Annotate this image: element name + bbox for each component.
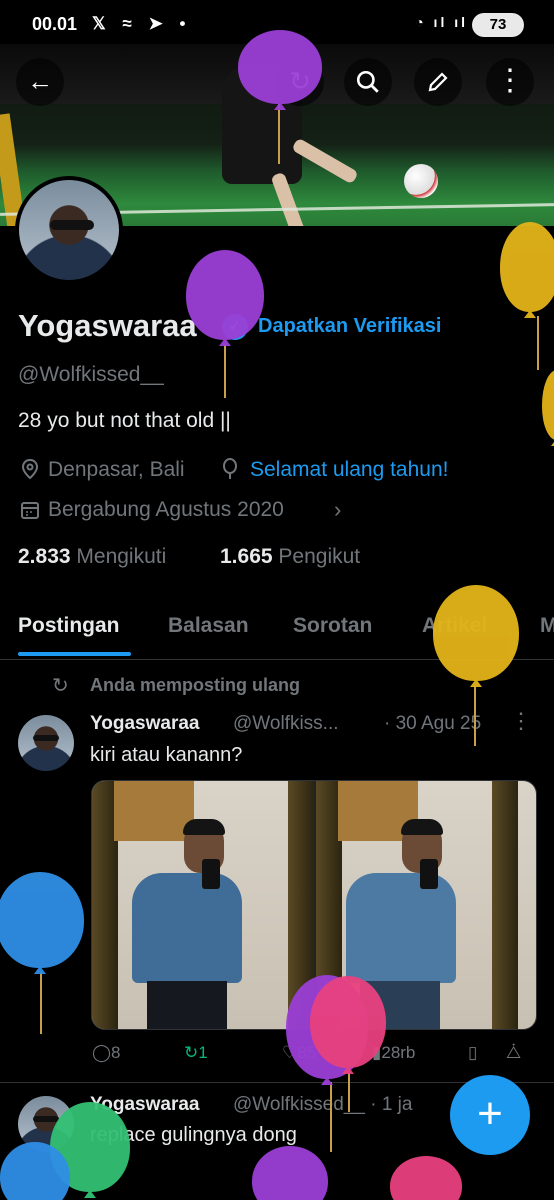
bookmark-icon: ▯ bbox=[468, 1043, 478, 1062]
post-author-handle: @Wolfkissed__ · 1 ja bbox=[233, 1094, 413, 1115]
calendar-icon bbox=[21, 502, 39, 519]
birthday-text: Selamat ulang tahun! bbox=[250, 458, 449, 481]
following-count: 2.833 bbox=[18, 545, 71, 568]
active-tab-indicator bbox=[18, 652, 131, 656]
tab-replies[interactable]: Balasan bbox=[168, 614, 249, 638]
reply-icon: ◯ bbox=[92, 1043, 112, 1062]
edit-button[interactable] bbox=[414, 58, 462, 106]
balloon-decoration bbox=[433, 585, 519, 687]
balloon-decoration bbox=[252, 1146, 328, 1200]
followers-label: Pengikut bbox=[278, 545, 361, 568]
display-name: Yogaswaraa bbox=[18, 308, 197, 343]
profile-bio: 28 yo but not that old || bbox=[18, 409, 231, 432]
arrow-left-icon: ← bbox=[27, 66, 53, 96]
tab-posts[interactable]: Postingan bbox=[18, 614, 120, 638]
repost-icon: ↻ bbox=[52, 675, 69, 697]
more-vertical-icon: ⋮ bbox=[495, 64, 525, 97]
chevron-right-icon[interactable]: › bbox=[334, 497, 341, 523]
joined-date: Bergabung Agustus 2020 bbox=[48, 498, 284, 521]
media-photo-left[interactable] bbox=[92, 781, 314, 1029]
battery-indicator: 73 bbox=[472, 13, 524, 37]
reply-button[interactable]: ◯8 bbox=[92, 1043, 121, 1063]
search-button[interactable] bbox=[344, 58, 392, 106]
repost-label: Anda memposting ulang bbox=[90, 675, 301, 695]
search-icon bbox=[356, 70, 379, 93]
compose-button[interactable]: + bbox=[450, 1075, 530, 1155]
following-label: Mengikuti bbox=[76, 545, 167, 568]
repost-button[interactable]: ↻1 bbox=[184, 1043, 208, 1063]
profile-handle: @Wolfkissed__ bbox=[18, 363, 164, 386]
profile-avatar[interactable] bbox=[15, 176, 123, 284]
tab-highlights[interactable]: Sorotan bbox=[293, 614, 372, 638]
balloon-icon bbox=[223, 458, 237, 479]
more-options-button[interactable]: ⋮ bbox=[486, 58, 534, 106]
followers-link[interactable]: 1.665 Pengikut bbox=[220, 545, 360, 569]
pencil-icon bbox=[428, 72, 448, 92]
plus-icon: + bbox=[477, 1089, 503, 1138]
balloon-decoration bbox=[310, 976, 386, 1074]
reply-count: 8 bbox=[111, 1043, 121, 1062]
status-notification-icons: 𝕏 ≈ ➤ • bbox=[92, 14, 192, 33]
post-author-handle: @Wolfkiss... bbox=[233, 713, 339, 734]
location-pin-icon bbox=[21, 458, 39, 480]
share-icon: ⧊ bbox=[506, 1043, 522, 1062]
soccer-ball bbox=[404, 164, 438, 198]
tab-media[interactable]: M bbox=[540, 614, 554, 638]
status-signal-icons: ◔ ıl ıl bbox=[415, 14, 468, 30]
post-time: · 30 Agu 25 bbox=[384, 713, 482, 734]
post-text: kiri atau kanann? bbox=[90, 744, 243, 766]
repost-count: 1 bbox=[198, 1043, 208, 1062]
balloon-decoration bbox=[0, 872, 84, 974]
share-button[interactable]: ⧊ bbox=[506, 1043, 521, 1063]
status-bar: 00.01 𝕏 ≈ ➤ • ◔ ıl ıl 73 bbox=[0, 0, 554, 44]
balloon-decoration bbox=[542, 370, 554, 446]
repost-icon: ↻ bbox=[184, 1043, 199, 1062]
bookmark-button[interactable]: ▯ bbox=[468, 1043, 477, 1063]
balloon-decoration bbox=[390, 1156, 462, 1200]
following-link[interactable]: 2.833 Mengikuti bbox=[18, 545, 166, 569]
location-text: Denpasar, Bali bbox=[48, 458, 185, 481]
balloon-decoration bbox=[500, 222, 554, 318]
post-author-name[interactable]: Yogaswaraa bbox=[90, 713, 199, 735]
views-count: 28rb bbox=[381, 1043, 416, 1062]
back-button[interactable]: ← bbox=[16, 58, 64, 106]
balloon-decoration bbox=[186, 250, 264, 346]
more-vertical-icon[interactable]: ⋮ bbox=[510, 708, 532, 734]
followers-count: 1.665 bbox=[220, 545, 273, 568]
post-avatar[interactable] bbox=[18, 715, 74, 771]
status-time: 00.01 bbox=[32, 14, 78, 34]
get-verified-link[interactable]: Dapatkan Verifikasi bbox=[258, 315, 441, 338]
